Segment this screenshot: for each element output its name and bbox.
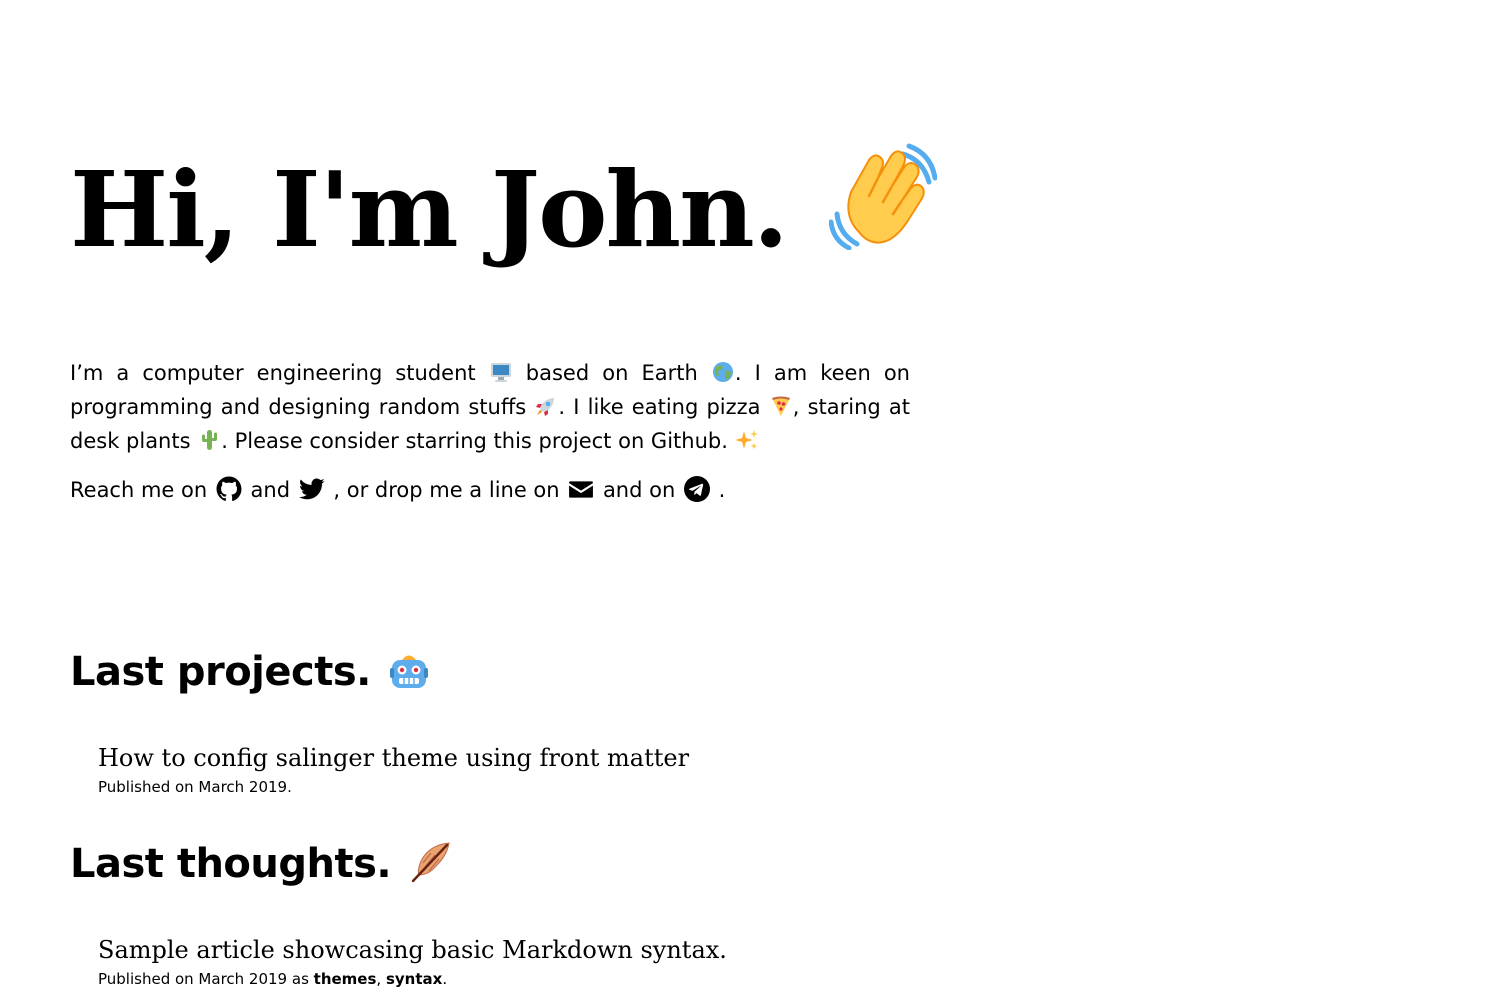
intro-text: . I like eating pizza bbox=[558, 395, 769, 419]
thought-post-title[interactable]: Sample article showcasing basic Markdown… bbox=[98, 934, 727, 966]
contact-paragraph: Reach me on and , or drop me a line on a… bbox=[70, 473, 725, 507]
tag-link-themes[interactable]: themes bbox=[314, 970, 377, 988]
computer-icon bbox=[489, 360, 513, 384]
tag-separator: , bbox=[376, 970, 386, 988]
intro-text: I’m a computer engineering student bbox=[70, 361, 489, 385]
reach-text: . bbox=[711, 478, 726, 502]
hero-heading: Hi, I'm John. bbox=[70, 140, 938, 284]
pizza-icon bbox=[769, 394, 793, 418]
reach-text: , or drop me a line on bbox=[326, 478, 567, 502]
sparkles-icon bbox=[734, 428, 759, 452]
reach-text: and on bbox=[596, 478, 682, 502]
thought-post: Sample article showcasing basic Markdown… bbox=[98, 934, 727, 990]
projects-heading: Last projects. bbox=[70, 647, 430, 703]
telegram-link[interactable] bbox=[683, 476, 710, 502]
project-post-title[interactable]: How to config salinger theme using front… bbox=[98, 742, 689, 774]
project-post-meta: Published on March 2019. bbox=[98, 778, 292, 796]
thoughts-title: Last thoughts. bbox=[70, 841, 392, 887]
intro-paragraph: I’m a computer engineering student based… bbox=[70, 356, 910, 458]
reach-text: and bbox=[243, 478, 297, 502]
email-link[interactable] bbox=[568, 476, 594, 502]
page: Hi, I'm John. I’m a computer engineering… bbox=[70, 0, 1430, 1000]
twitter-icon bbox=[298, 476, 325, 502]
intro-text: based on Earth bbox=[512, 361, 711, 385]
thought-post-meta-suffix: . bbox=[442, 970, 448, 988]
feather-icon bbox=[409, 841, 453, 895]
thought-post-meta: Published on March 2019 as themes, synta… bbox=[98, 968, 727, 990]
project-post: How to config salinger theme using front… bbox=[98, 742, 689, 798]
projects-title: Last projects. bbox=[70, 649, 371, 695]
hero-title-text: Hi, I'm John. bbox=[70, 148, 789, 271]
github-icon bbox=[216, 476, 242, 502]
rocket-icon bbox=[534, 394, 558, 418]
reach-text: Reach me on bbox=[70, 478, 214, 502]
github-link[interactable] bbox=[216, 476, 242, 502]
telegram-icon bbox=[683, 476, 710, 502]
globe-icon bbox=[711, 360, 735, 384]
thought-post-meta-prefix: Published on March 2019 as bbox=[98, 970, 314, 988]
email-icon bbox=[568, 476, 594, 502]
robot-icon bbox=[388, 651, 430, 703]
waving-hand-icon bbox=[828, 142, 938, 284]
cactus-icon bbox=[197, 428, 221, 452]
thoughts-heading: Last thoughts. bbox=[70, 839, 453, 895]
tag-link-syntax[interactable]: syntax bbox=[386, 970, 442, 988]
intro-text: . Please consider starring this project … bbox=[221, 429, 735, 453]
twitter-link[interactable] bbox=[298, 476, 325, 502]
